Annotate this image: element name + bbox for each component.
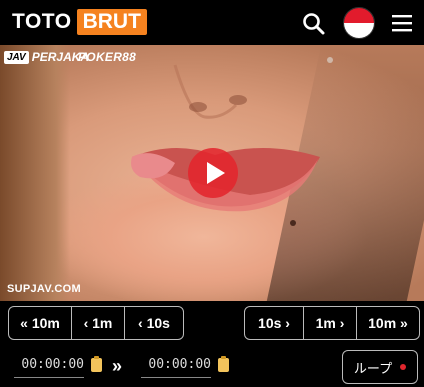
play-button[interactable] <box>188 148 238 198</box>
logo-text-right: BRUT <box>76 9 147 35</box>
video-watermark: SUPJAV.COM <box>7 283 81 295</box>
clipboard-icon[interactable] <box>218 356 229 372</box>
poker88-logo: POKER88 <box>78 50 137 64</box>
loop-end-time-field[interactable]: 00:00:00 <box>141 355 211 378</box>
double-chevron-icon: » <box>112 356 123 376</box>
loop-start-time-field[interactable]: 00:00:00 <box>14 355 84 378</box>
clipboard-icon[interactable] <box>91 356 102 372</box>
indonesia-flag-icon[interactable] <box>343 7 375 39</box>
play-icon <box>207 162 225 184</box>
seek-back-10m-button[interactable]: « 10m <box>9 307 72 339</box>
seek-forward-10s-button[interactable]: 10s › <box>245 307 304 339</box>
seek-forward-10m-button[interactable]: 10m » <box>357 307 419 339</box>
seek-back-10s-button[interactable]: ‹ 10s <box>125 307 183 339</box>
seek-forward-1m-button[interactable]: 1m › <box>304 307 357 339</box>
video-player[interactable]: JAV PERJAKA POKER88 SUPJAV.COM <box>0 45 424 301</box>
seek-back-group: « 10m ‹ 1m ‹ 10s <box>8 306 184 340</box>
logo-text-left: TOTO <box>12 10 72 33</box>
site-logo[interactable]: TOTO BRUT <box>12 9 147 35</box>
jav-badge: JAV <box>4 50 29 64</box>
loop-indicator-icon <box>400 364 407 370</box>
loop-label: ループ <box>353 360 393 376</box>
site-header: TOTO BRUT <box>0 0 424 45</box>
jav-perjaka-logo: JAV PERJAKA <box>4 50 89 64</box>
loop-controls: 00:00:00 » 00:00:00 ループ <box>0 349 424 385</box>
hamburger-menu-icon[interactable] <box>391 14 413 32</box>
search-icon[interactable] <box>301 11 327 37</box>
loop-button[interactable]: ループ <box>342 350 418 384</box>
seek-back-1m-button[interactable]: ‹ 1m <box>72 307 125 339</box>
seek-forward-group: 10s › 1m › 10m » <box>244 306 420 340</box>
